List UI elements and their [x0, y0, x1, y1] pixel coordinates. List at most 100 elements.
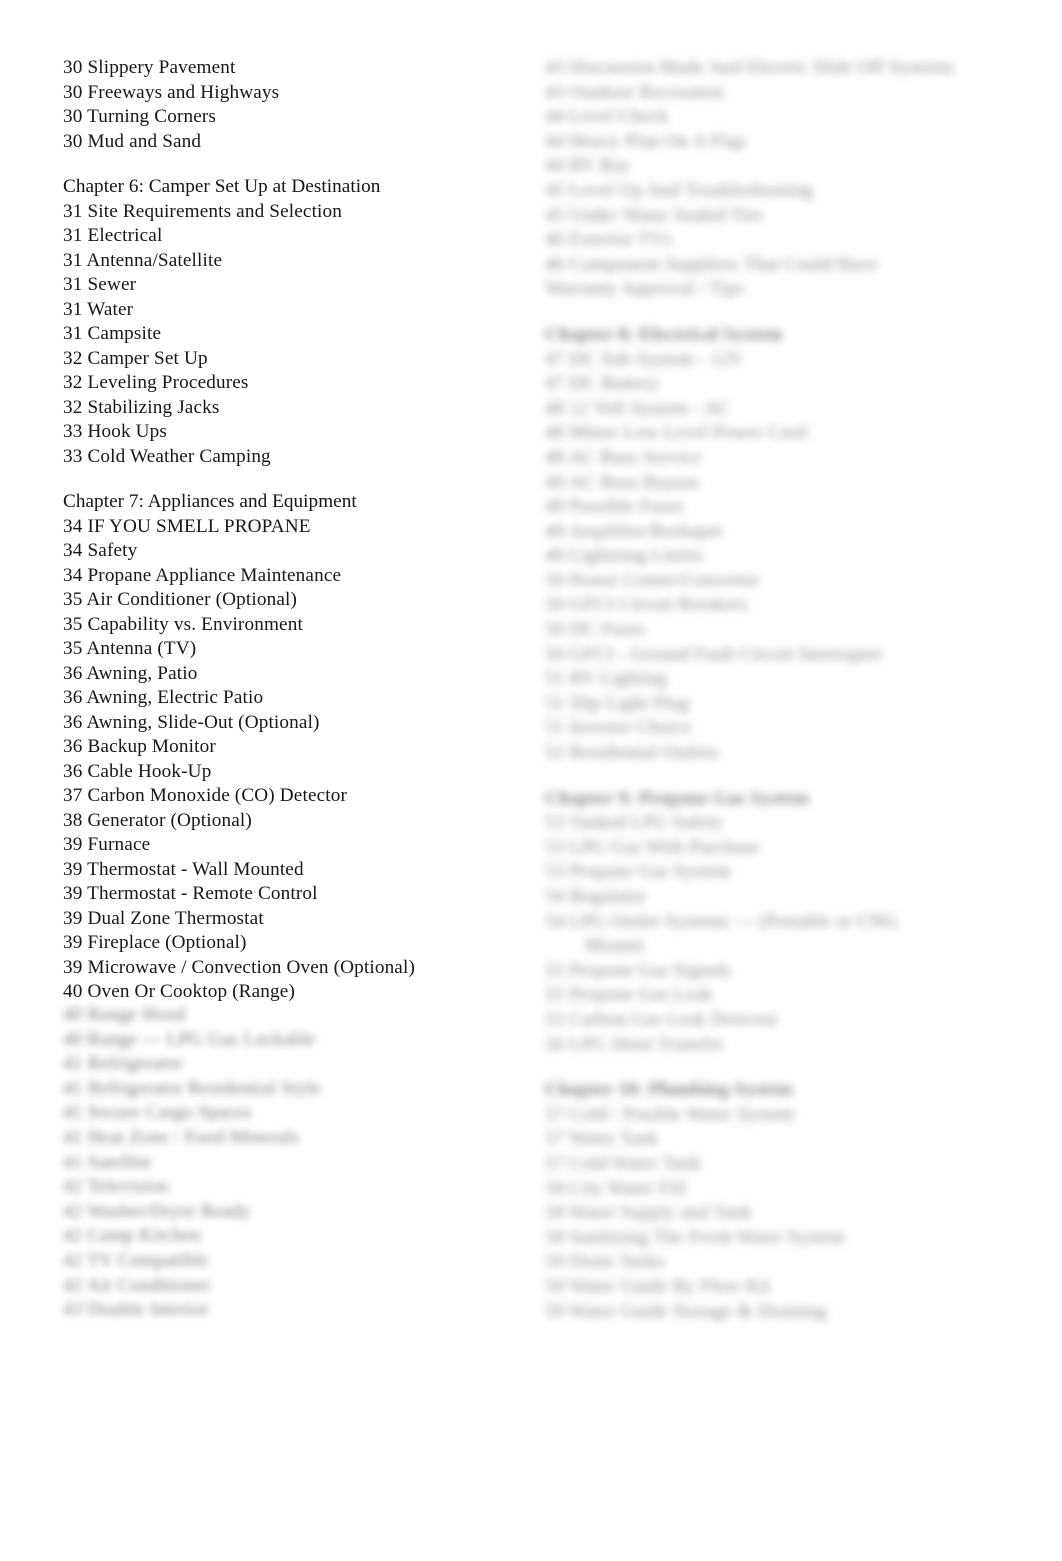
toc-entry-obscured: 55 Propane Gas Signals	[545, 959, 1015, 984]
toc-entry-title: Capability vs. Environment	[87, 613, 303, 635]
toc-page-number: 46	[545, 253, 565, 275]
toc-page-number: 55	[545, 1008, 565, 1030]
toc-entry-obscured: 43 Discussion Made And Electric Slide Of…	[545, 56, 1015, 81]
toc-entry: 31 Campsite	[63, 322, 523, 347]
toc-entry-obscured: 51 RV Lighting	[545, 667, 1015, 692]
toc-page-number: 50	[545, 643, 565, 665]
toc-page-number: 41	[63, 1053, 83, 1075]
toc-entry-obscured: 52 Residential Outlets	[545, 741, 1015, 766]
toc-entry-obscured: 50 Power Center/Converter	[545, 569, 1015, 594]
toc-left-column: 30 Slippery Pavement 30 Freeways and Hig…	[63, 56, 523, 1005]
toc-entry: 31 Site Requirements and Selection	[63, 200, 523, 225]
toc-entry: 31 Sewer	[63, 273, 523, 298]
toc-entry-title: Camper Set Up	[87, 347, 208, 369]
toc-entry-obscured: 48 Minor Low Level Power Cord	[545, 421, 1015, 446]
toc-page-number: 49	[545, 471, 565, 493]
toc-entry: 31 Electrical	[63, 224, 523, 249]
toc-page-number: 40	[63, 1004, 83, 1025]
toc-entry-obscured: 49 Lightning Limits	[545, 544, 1015, 569]
toc-entry-title: Propane Gas Signals	[569, 959, 732, 981]
toc-entry-title: Site Requirements and Selection	[87, 200, 343, 222]
toc-page-number: 35	[63, 613, 83, 635]
toc-entry-title: LPG Short Transfer	[569, 1033, 724, 1055]
toc-entry-title: Water	[87, 298, 134, 320]
toc-entry-title: Refrigerator Residential Style	[87, 1077, 322, 1099]
toc-entry-obscured: 48 AC Buss Service	[545, 446, 1015, 471]
toc-entry-obscured: 44 Heavy Plan On A Flap	[545, 130, 1015, 155]
toc-page-number: 36	[63, 711, 83, 733]
toc-entry-obscured: 58 City Water Fill	[545, 1177, 1015, 1202]
toc-page-number: 50	[545, 619, 565, 641]
toc-page-number: 55	[545, 959, 565, 981]
toc-entry: 39 Thermostat - Wall Mounted	[63, 858, 523, 883]
toc-entry: 34 IF YOU SMELL PROPANE	[63, 515, 523, 540]
toc-page-number: 59	[545, 1275, 565, 1297]
toc-entry: 36 Awning, Electric Patio	[63, 686, 523, 711]
toc-entry-title: Inverter Choice	[569, 717, 692, 739]
toc-entry-title: Camp Kitchen	[87, 1225, 201, 1247]
toc-entry-obscured: 41 Refrigerator Residential Style	[63, 1077, 533, 1102]
toc-chapter-block: Chapter 7: Appliances and Equipment 34 I…	[63, 490, 523, 1005]
toc-page-number: 49	[545, 545, 565, 567]
toc-entry-title: DC Fuses	[569, 619, 646, 641]
toc-entry-title: Sanitizing The Fresh Water System	[569, 1226, 846, 1248]
toc-entry-obscured: 42 Washer/Dryer Ready	[63, 1200, 533, 1225]
toc-entry-obscured: 47 DC Battery	[545, 372, 1015, 397]
toc-page-number: 55	[545, 984, 565, 1006]
toc-entry-title: Dual Zone Thermostat	[87, 907, 264, 929]
toc-entry: 35 Capability vs. Environment	[63, 613, 523, 638]
toc-entry-obscured: 44 Level Check	[545, 105, 1015, 130]
toc-entry: 30 Slippery Pavement	[63, 56, 523, 81]
toc-page-number: 31	[63, 298, 83, 320]
toc-entry-title: RV Bay	[569, 155, 631, 177]
toc-entry-obscured: 50 GFCI - Ground Fault Circuit Interrupt…	[545, 643, 1015, 668]
toc-entry-obscured: 56 LPG Short Transfer	[545, 1033, 1015, 1058]
toc-entry-title: AC Buss Service	[568, 446, 702, 468]
toc-chapter-block-obscured: Chapter 8: Electrical System 47 DC Sub S…	[545, 323, 1015, 766]
toc-entry-title: LPG Outlet Systems — (Portable or CNG	[569, 910, 898, 932]
toc-entry-obscured-continuation: Warranty Approval / Tips	[545, 277, 1015, 302]
toc-entry-title: Awning, Slide-Out (Optional)	[86, 711, 320, 733]
toc-entry-title: Cold Weather Camping	[87, 445, 271, 467]
toc-entry-title: Carbon Monoxide (CO) Detector	[87, 785, 348, 806]
toc-page-number: 31	[63, 200, 83, 222]
toc-page-number: 42	[63, 1176, 83, 1198]
toc-entry-title: Refrigerator	[87, 1053, 184, 1075]
toc-page-number: 43	[63, 1299, 83, 1321]
toc-entry: 31 Water	[63, 298, 523, 323]
toc-page-number: 47	[545, 348, 565, 370]
toc-entry: 32 Leveling Procedures	[63, 371, 523, 396]
toc-page-number: 51	[545, 668, 565, 690]
toc-entry-obscured: 42 Television	[63, 1175, 533, 1200]
toc-entry-title: IF YOU SMELL PROPANE	[87, 515, 311, 537]
toc-entry-title: Furnace	[87, 834, 151, 855]
toc-entry-title: Heavy Plan On A Flap	[569, 130, 746, 152]
toc-entry: 35 Air Conditioner (Optional)	[63, 588, 523, 613]
toc-entry-obscured: 54 Regulator	[545, 885, 1015, 910]
toc-entry-title: Awning, Patio	[86, 662, 198, 684]
toc-entry-title: Lightning Limits	[569, 545, 703, 567]
toc-entry-title: Carbon Gas Leak Detector	[569, 1008, 779, 1030]
toc-page-number: 42	[63, 1225, 83, 1247]
toc-page-number: 49	[545, 520, 565, 542]
toc-entry: 35 Antenna (TV)	[63, 637, 523, 662]
toc-entry-obscured: 43 Double Interior	[63, 1298, 533, 1323]
toc-entry-title: Water Supply and Tank	[569, 1202, 752, 1224]
toc-page-number: 39	[63, 858, 83, 880]
toc-entry-title: Minor Low Level Power Cord	[569, 422, 807, 444]
toc-entry-title: Generator (Optional)	[87, 809, 252, 831]
toc-entry-title: City Water Fill	[569, 1177, 686, 1199]
toc-entry-title: Warranty Approval / Tips	[545, 278, 744, 300]
toc-entry-obscured: 59 Drain Tanks	[545, 1250, 1015, 1275]
toc-entry: 33 Hook Ups	[63, 420, 523, 445]
toc-page-number: 38	[63, 809, 83, 831]
toc-entry-title: Cable Hook-Up	[87, 760, 212, 782]
toc-page-number: 51	[545, 717, 565, 739]
toc-entry-title: Leveling Procedures	[87, 372, 249, 393]
toc-page-number: 30	[63, 57, 83, 78]
toc-entry-title: Secure Cargo Spaces	[87, 1102, 252, 1124]
toc-page-number: 31	[63, 249, 83, 271]
toc-page-number: 36	[63, 662, 83, 684]
toc-page-number: 44	[545, 130, 565, 152]
toc-entry-title: Slippery Pavement	[87, 57, 236, 78]
